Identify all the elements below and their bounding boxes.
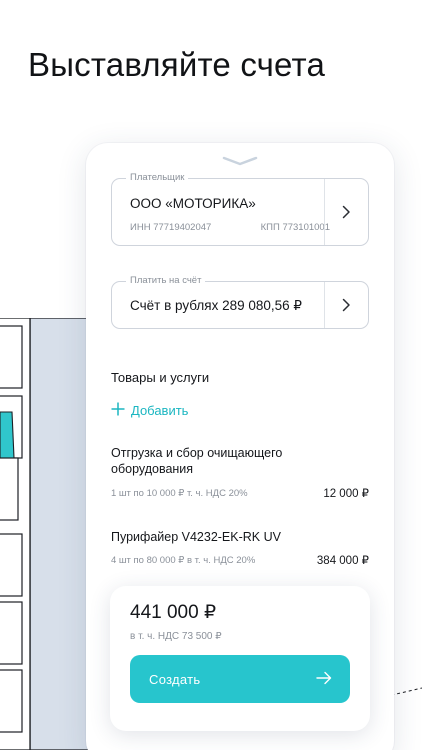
chevron-right-icon[interactable]	[324, 179, 368, 245]
payer-label: Плательщик	[126, 172, 189, 183]
drag-handle-icon[interactable]	[222, 153, 258, 166]
arrow-right-icon	[316, 671, 332, 688]
summary-panel: 441 000 ₽ в т. ч. НДС 73 500 ₽ Создать	[110, 586, 370, 731]
chevron-right-icon[interactable]	[324, 282, 368, 328]
plus-icon	[111, 402, 125, 418]
building-illustration	[0, 318, 100, 750]
invoice-form-card: Плательщик ООО «МОТОРИКА» ИНН 7771940204…	[86, 143, 394, 750]
create-button-label: Создать	[149, 671, 201, 687]
goods-item-price: 384 000 ₽	[316, 555, 369, 567]
account-value: Счёт в рублях 289 080,56 ₽	[130, 298, 302, 313]
payer-name: ООО «МОТОРИКА»	[130, 196, 256, 211]
payer-inn: ИНН 77719402047	[130, 222, 212, 233]
account-field[interactable]: Платить на счёт Счёт в рублях 289 080,56…	[111, 275, 369, 329]
total-amount: 441 000 ₽	[130, 602, 217, 623]
page-headline: Выставляйте счета	[28, 46, 326, 83]
goods-item-price: 12 000 ₽	[323, 488, 369, 500]
goods-item-meta: 1 шт по 10 000 ₽ т. ч. НДС 20%	[111, 488, 248, 499]
goods-section-title: Товары и услуги	[111, 370, 210, 385]
payer-field[interactable]: Плательщик ООО «МОТОРИКА» ИНН 7771940204…	[111, 172, 369, 246]
create-invoice-button[interactable]: Создать	[130, 655, 350, 703]
add-item-label: Добавить	[131, 402, 189, 418]
goods-item-name: Отгрузка и сбор очищающего оборудования	[111, 446, 283, 476]
goods-item-meta: 4 шт по 80 000 ₽ в т. ч. НДС 20%	[111, 555, 256, 566]
account-label: Платить на счёт	[126, 275, 206, 286]
payer-kpp: КПП 773101001	[260, 222, 330, 233]
add-item-button[interactable]: Добавить	[111, 402, 188, 418]
vat-amount: в т. ч. НДС 73 500 ₽	[130, 631, 222, 642]
goods-item-name: Пурифайер V4232-EK-RK UV	[111, 530, 281, 544]
